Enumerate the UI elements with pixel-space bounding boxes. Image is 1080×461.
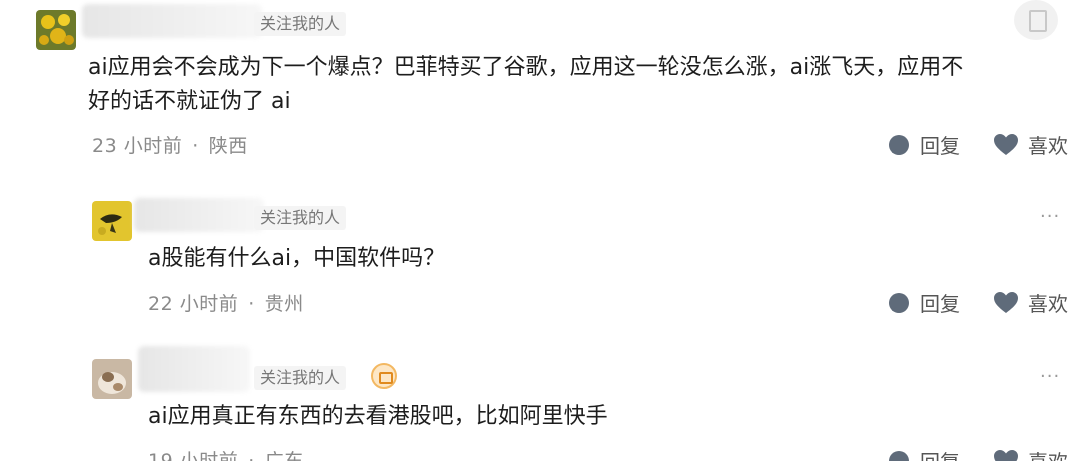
reply-bubble-icon: [889, 134, 909, 155]
like-button[interactable]: 喜欢: [994, 446, 1068, 461]
heart-icon: [994, 291, 1018, 313]
heart-icon: [994, 133, 1018, 155]
avatar[interactable]: [92, 359, 132, 399]
follow-tag: 关注我的人: [254, 206, 347, 230]
timestamp: 23 小时前: [92, 135, 183, 157]
like-label: 喜欢: [1028, 134, 1068, 158]
comment-text-line: ai应用会不会成为下一个爆点？巴菲特买了谷歌，应用这一轮没怎么涨，ai涨飞天，应…: [88, 55, 964, 80]
follow-tag: 关注我的人: [254, 12, 347, 36]
username-blurred: [134, 198, 264, 232]
comment-text: ai应用会不会成为下一个爆点？巴菲特买了谷歌，应用这一轮没怎么涨，ai涨飞天，应…: [88, 51, 1078, 119]
more-options-button[interactable]: ···: [1040, 366, 1060, 387]
level-badge-icon: [371, 363, 397, 389]
reply-button[interactable]: 回复: [888, 130, 960, 159]
timestamp: 22 小时前: [148, 293, 239, 315]
comment-text-line: 好的话不就证伪了 ai: [88, 89, 291, 114]
reply-bubble-icon: [889, 292, 909, 313]
image-icon[interactable]: [1014, 0, 1058, 40]
comment-meta: 23 小时前 · 陕西: [92, 131, 248, 158]
reply-button[interactable]: 回复: [888, 288, 960, 317]
reply-label: 回复: [920, 134, 960, 158]
separator-dot: ·: [192, 135, 199, 157]
location: 贵州: [264, 293, 304, 315]
username-blurred: [82, 4, 262, 38]
comment-text: ai应用真正有东西的去看港股吧，比如阿里快手: [148, 404, 608, 429]
follow-tag: 关注我的人: [254, 366, 347, 390]
reply-bubble-icon: [889, 450, 909, 461]
comment-text: a股能有什么ai，中国软件吗？: [148, 246, 446, 271]
more-options-button[interactable]: ···: [1040, 206, 1060, 227]
comment-meta: 22 小时前 · 贵州: [148, 289, 304, 316]
username-blurred: [138, 346, 250, 392]
like-label: 喜欢: [1028, 292, 1068, 316]
timestamp: 19 小时前: [148, 450, 239, 461]
avatar[interactable]: [36, 10, 76, 50]
like-button[interactable]: 喜欢: [994, 288, 1068, 317]
separator-dot: ·: [248, 293, 255, 315]
location: 广东: [264, 450, 304, 461]
reply-button[interactable]: 回复: [888, 446, 960, 461]
heart-icon: [994, 449, 1018, 461]
reply-label: 回复: [920, 446, 960, 461]
separator-dot: ·: [248, 450, 255, 461]
like-label: 喜欢: [1028, 446, 1068, 461]
comment-meta: 19 小时前 · 广东: [148, 446, 304, 461]
like-button[interactable]: 喜欢: [994, 130, 1068, 159]
reply-label: 回复: [920, 292, 960, 316]
avatar[interactable]: [92, 201, 132, 241]
location: 陕西: [208, 135, 248, 157]
